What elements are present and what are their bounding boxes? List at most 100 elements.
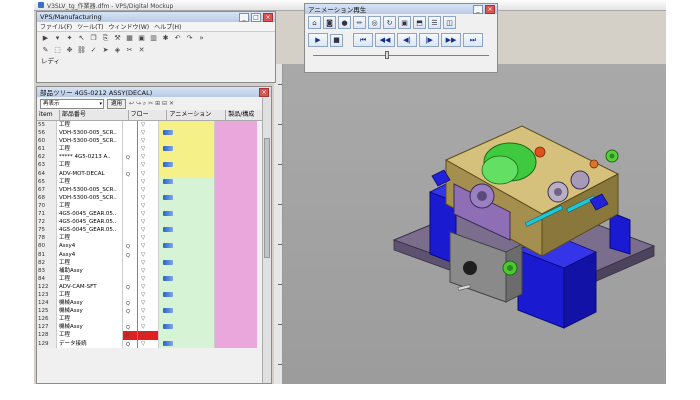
- minimize-button[interactable]: _: [239, 13, 249, 22]
- undo-icon[interactable]: ↶: [173, 34, 182, 43]
- row-part-name[interactable]: データ接続: [57, 339, 123, 348]
- row-animation-cell[interactable]: [159, 226, 215, 235]
- apply-button[interactable]: 適用: [107, 98, 127, 109]
- rewind-icon[interactable]: ⏮: [353, 33, 373, 47]
- dropdown-icon[interactable]: ▾: [53, 34, 62, 43]
- menu-file[interactable]: ファイル(F): [40, 22, 72, 31]
- table-row[interactable]: 60 VDH-5300-005_SCR.. ▽: [37, 137, 271, 146]
- table-row[interactable]: 125 機械Assy Q ▽: [37, 307, 271, 316]
- row-part-name[interactable]: ADV-CAM-SFT: [57, 282, 123, 291]
- header-flow[interactable]: フロー: [129, 110, 168, 120]
- table-row[interactable]: 68 VDH-5300-005_SCR.. ▽: [37, 193, 271, 202]
- table-row[interactable]: 70 工程 ▽: [37, 201, 271, 211]
- row-part-name[interactable]: 4G5-0045_GEAR.05..: [57, 218, 123, 227]
- table-row[interactable]: 80 Assy4 Q ▽: [37, 242, 271, 251]
- select-icon[interactable]: ⬚: [53, 46, 62, 55]
- table-row[interactable]: 81 Assy4 Q ▽: [37, 250, 271, 259]
- table-row[interactable]: 84 工程 ▽: [37, 274, 271, 283]
- record-icon[interactable]: ●: [338, 16, 351, 29]
- row-part-name[interactable]: 機械Assy: [57, 323, 123, 332]
- pencil-icon[interactable]: ✏: [353, 16, 366, 29]
- row-animation-cell[interactable]: [159, 177, 215, 186]
- row-animation-cell[interactable]: [159, 242, 215, 251]
- maximize-button[interactable]: □: [251, 13, 261, 22]
- arrow-icon[interactable]: ➤: [101, 46, 110, 55]
- row-animation-cell[interactable]: [159, 315, 215, 324]
- row-animation-cell[interactable]: [159, 299, 215, 308]
- row-animation-cell[interactable]: [159, 121, 215, 130]
- stop-icon[interactable]: ■: [330, 33, 343, 47]
- row-animation-cell[interactable]: [159, 169, 215, 178]
- check-icon[interactable]: ✓: [89, 46, 98, 55]
- display-dropdown[interactable]: 再表示 ▾: [40, 98, 104, 109]
- frame-icon[interactable]: ▣: [137, 34, 146, 43]
- table-row[interactable]: 71 4G5-0045_GEAR.05.. ▽: [37, 210, 271, 219]
- row-part-name[interactable]: 工程: [57, 121, 123, 130]
- row-animation-cell[interactable]: [159, 307, 215, 316]
- next-frame-icon[interactable]: |▶: [419, 33, 439, 47]
- table-row[interactable]: 122 ADV-CAM-SFT Q ▽: [37, 282, 271, 291]
- 3d-viewport[interactable]: [274, 64, 666, 384]
- row-animation-cell[interactable]: [159, 193, 215, 202]
- row-animation-cell[interactable]: [159, 201, 215, 211]
- header-item[interactable]: item: [37, 110, 60, 120]
- row-animation-cell[interactable]: [159, 258, 215, 267]
- row-part-name[interactable]: 工程: [57, 234, 123, 243]
- gear-icon[interactable]: ✦: [65, 34, 74, 43]
- row-part-name[interactable]: 工程: [57, 331, 123, 340]
- row-part-name[interactable]: 工程: [57, 201, 123, 211]
- menu-tool[interactable]: ツール(T): [77, 22, 103, 31]
- playback-slider[interactable]: [313, 51, 489, 59]
- row-animation-cell[interactable]: [159, 266, 215, 275]
- row-animation-cell[interactable]: [159, 145, 215, 154]
- close-button[interactable]: ×: [263, 13, 273, 22]
- table-row[interactable]: 67 VDH-5300-005_SCR.. ▽: [37, 185, 271, 194]
- row-part-name[interactable]: 機械Assy: [57, 299, 123, 308]
- star-icon[interactable]: ✱: [161, 34, 170, 43]
- table-row[interactable]: 56 VDH-5300-005_SCR.. ▽: [37, 129, 271, 138]
- animation-close-button[interactable]: ×: [485, 5, 495, 14]
- row-animation-cell[interactable]: [159, 282, 215, 291]
- table-row[interactable]: 63 工程 ▽: [37, 161, 271, 170]
- row-part-name[interactable]: 工程: [57, 290, 123, 300]
- header-animation[interactable]: アニメーション: [167, 110, 227, 120]
- table-row[interactable]: 123 工程 ▽: [37, 290, 271, 300]
- row-animation-cell[interactable]: [159, 234, 215, 243]
- grid-icon[interactable]: ▦: [125, 34, 134, 43]
- table-row[interactable]: 61 工程 ▽: [37, 145, 271, 154]
- more-icon[interactable]: »: [197, 34, 206, 43]
- row-part-name[interactable]: 補助Assy: [57, 266, 123, 275]
- layers-icon[interactable]: ◫: [443, 16, 456, 29]
- row-part-name[interactable]: 工程: [57, 258, 123, 267]
- row-part-name[interactable]: VDH-5300-005_SCR..: [57, 137, 123, 146]
- row-animation-cell[interactable]: [159, 274, 215, 283]
- row-animation-cell[interactable]: [159, 331, 215, 340]
- row-animation-cell[interactable]: [159, 218, 215, 227]
- home-icon[interactable]: ⌂: [308, 16, 321, 29]
- table-row[interactable]: 128 工程 R ▽: [37, 331, 271, 340]
- brush-icon[interactable]: ✎: [41, 46, 50, 55]
- assembly-model[interactable]: [274, 64, 666, 384]
- row-part-name[interactable]: 工程: [57, 274, 123, 283]
- table-row[interactable]: 64 ADV-MOT-DECAL Q ▽: [37, 169, 271, 178]
- row-animation-cell[interactable]: [159, 323, 215, 332]
- table-row[interactable]: 55 工程 ▽: [37, 121, 271, 130]
- row-animation-cell[interactable]: [159, 210, 215, 219]
- target-icon[interactable]: ◎: [368, 16, 381, 29]
- cross-icon[interactable]: ✕: [137, 46, 146, 55]
- move-icon[interactable]: ✥: [65, 46, 74, 55]
- prev-frame-icon[interactable]: ◀|: [397, 33, 417, 47]
- frame-select-icon[interactable]: ⬒: [413, 16, 426, 29]
- row-animation-cell[interactable]: [159, 153, 215, 162]
- list-icon[interactable]: ☰: [428, 16, 441, 29]
- playback-slider-thumb[interactable]: [384, 51, 389, 59]
- row-animation-cell[interactable]: [159, 250, 215, 259]
- table-row[interactable]: 83 補助Assy ▽: [37, 266, 271, 275]
- table-row[interactable]: 78 工程 ▽: [37, 234, 271, 243]
- play-tool-icon[interactable]: ▶: [41, 34, 50, 43]
- table-row[interactable]: 129 データ接続 Q ▽: [37, 339, 271, 348]
- step-forward-icon[interactable]: ▶▶: [441, 33, 461, 47]
- row-animation-cell[interactable]: [159, 185, 215, 194]
- row-part-name[interactable]: 機械Assy: [57, 307, 123, 316]
- row-part-name[interactable]: ***** 4G5-0213 A..: [57, 153, 123, 162]
